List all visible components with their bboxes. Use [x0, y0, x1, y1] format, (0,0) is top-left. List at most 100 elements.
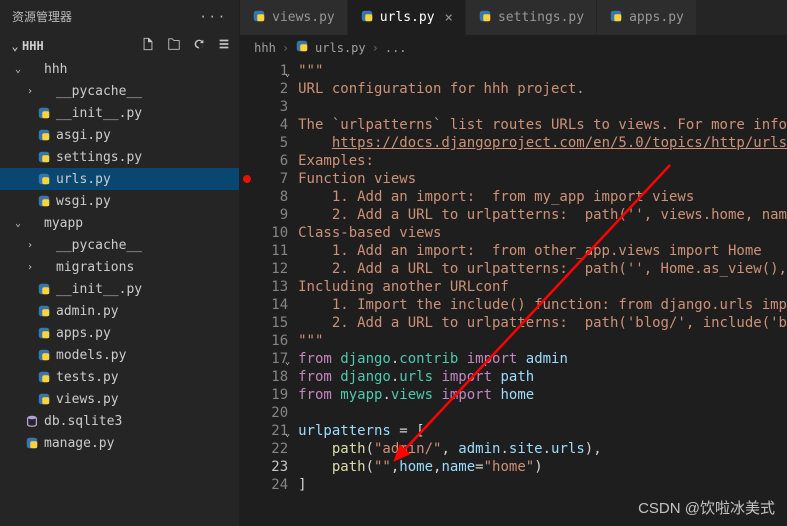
file-icon — [36, 304, 52, 318]
tree-item[interactable]: views.py — [0, 388, 239, 410]
tree-item[interactable]: ⌄hhh — [0, 58, 239, 80]
breakpoint-slot[interactable] — [240, 422, 254, 440]
breakpoint-slot[interactable] — [240, 98, 254, 116]
breakpoint-slot[interactable] — [240, 458, 254, 476]
new-file-icon[interactable] — [141, 37, 155, 51]
code-line[interactable]: """ — [298, 332, 787, 350]
tree-item[interactable]: admin.py — [0, 300, 239, 322]
breakpoint-slot[interactable] — [240, 476, 254, 494]
tree-item[interactable]: manage.py — [0, 432, 239, 454]
code-line[interactable]: path("admin/", admin.site.urls), — [298, 440, 787, 458]
line-number: 10 — [254, 224, 288, 242]
code-line[interactable]: 2. Add a URL to urlpatterns: path('', vi… — [298, 206, 787, 224]
chevron-icon: ⌄ — [12, 218, 24, 229]
code-line[interactable]: Including another URLconf — [298, 278, 787, 296]
breakpoint-slot[interactable] — [240, 170, 254, 188]
breakpoint-slot[interactable] — [240, 386, 254, 404]
breakpoint-slot[interactable] — [240, 152, 254, 170]
breakpoint-slot[interactable] — [240, 224, 254, 242]
tree-item[interactable]: ⌄myapp — [0, 212, 239, 234]
project-actions[interactable] — [137, 37, 231, 54]
code-editor[interactable]: 1⌄234567891011121314151617⌄18192021⌄2223… — [240, 60, 787, 526]
code-line[interactable]: """ — [298, 62, 787, 80]
breakpoint-slot[interactable] — [240, 260, 254, 278]
code-line[interactable]: Class-based views — [298, 224, 787, 242]
tree-item[interactable]: ›migrations — [0, 256, 239, 278]
code-line[interactable]: from django.urls import path — [298, 368, 787, 386]
breadcrumb-item[interactable]: ... — [385, 41, 407, 55]
collapse-icon[interactable] — [217, 37, 231, 51]
code-line[interactable]: Examples: — [298, 152, 787, 170]
line-number: 20 — [254, 404, 288, 422]
close-icon[interactable]: × — [445, 10, 453, 26]
code-line[interactable]: 1. Add an import: from other_app.views i… — [298, 242, 787, 260]
code-line[interactable]: URL configuration for hhh project. — [298, 80, 787, 98]
more-icon[interactable]: ··· — [199, 10, 227, 24]
code-line[interactable]: 2. Add a URL to urlpatterns: path('blog/… — [298, 314, 787, 332]
code-content[interactable]: """URL configuration for hhh project.The… — [298, 60, 787, 526]
tree-item[interactable]: asgi.py — [0, 124, 239, 146]
tree-item[interactable]: ›__pycache__ — [0, 80, 239, 102]
tree-item[interactable]: settings.py — [0, 146, 239, 168]
code-line[interactable]: urlpatterns = [ — [298, 422, 787, 440]
tree-item[interactable]: __init__.py — [0, 278, 239, 300]
breakpoint-dot[interactable] — [243, 175, 251, 183]
code-line[interactable]: 2. Add a URL to urlpatterns: path('', Ho… — [298, 260, 787, 278]
tree-item[interactable]: urls.py — [0, 168, 239, 190]
code-line[interactable]: from myapp.views import home — [298, 386, 787, 404]
breakpoint-slot[interactable] — [240, 368, 254, 386]
breakpoint-slot[interactable] — [240, 278, 254, 296]
tree-item[interactable]: __init__.py — [0, 102, 239, 124]
project-header[interactable]: ⌄ HHH — [0, 33, 239, 58]
breakpoint-slot[interactable] — [240, 314, 254, 332]
breakpoint-slot[interactable] — [240, 188, 254, 206]
code-line[interactable] — [298, 404, 787, 422]
tab-bar[interactable]: views.pyurls.py×settings.pyapps.py — [240, 0, 787, 35]
breakpoint-slot[interactable] — [240, 242, 254, 260]
tree-item[interactable]: apps.py — [0, 322, 239, 344]
tree-item-label: __pycache__ — [56, 84, 142, 99]
breakpoint-slot[interactable] — [240, 332, 254, 350]
editor-tab[interactable]: apps.py — [597, 0, 697, 35]
breadcrumb-item[interactable]: hhh — [254, 41, 276, 55]
breadcrumb-item[interactable]: urls.py — [315, 41, 366, 55]
tree-item-label: __pycache__ — [56, 238, 142, 253]
code-line[interactable]: Function views — [298, 170, 787, 188]
breakpoint-slot[interactable] — [240, 134, 254, 152]
new-folder-icon[interactable] — [167, 37, 181, 51]
tree-item[interactable]: tests.py — [0, 366, 239, 388]
refresh-icon[interactable] — [192, 37, 206, 51]
code-line[interactable] — [298, 98, 787, 116]
tree-item[interactable]: ›__pycache__ — [0, 234, 239, 256]
file-icon — [36, 194, 52, 208]
code-line[interactable]: from django.contrib import admin — [298, 350, 787, 368]
breadcrumb[interactable]: hhh›urls.py›... — [240, 35, 787, 60]
breakpoint-slot[interactable] — [240, 80, 254, 98]
code-line[interactable]: 1. Import the include() function: from d… — [298, 296, 787, 314]
code-line[interactable]: https://docs.djangoproject.com/en/5.0/to… — [298, 134, 787, 152]
tree-item[interactable]: wsgi.py — [0, 190, 239, 212]
code-line[interactable]: path("",home,name="home") — [298, 458, 787, 476]
code-line[interactable]: The `urlpatterns` list routes URLs to vi… — [298, 116, 787, 134]
editor-tab[interactable]: urls.py× — [348, 0, 466, 35]
breakpoint-slot[interactable] — [240, 296, 254, 314]
breakpoint-slot[interactable] — [240, 62, 254, 80]
breakpoint-slot[interactable] — [240, 206, 254, 224]
python-icon — [252, 9, 266, 27]
editor-tab[interactable]: settings.py — [466, 0, 597, 35]
line-number: 6 — [254, 152, 288, 170]
line-number: 9 — [254, 206, 288, 224]
chevron-down-icon: ⌄ — [8, 39, 22, 53]
breakpoint-slot[interactable] — [240, 116, 254, 134]
python-icon — [295, 39, 309, 56]
code-line[interactable]: 1. Add an import: from my_app import vie… — [298, 188, 787, 206]
breakpoint-slot[interactable] — [240, 440, 254, 458]
editor-tab[interactable]: views.py — [240, 0, 348, 35]
breakpoint-slot[interactable] — [240, 350, 254, 368]
tree-item[interactable]: db.sqlite3 — [0, 410, 239, 432]
breakpoint-slot[interactable] — [240, 404, 254, 422]
tree-item[interactable]: models.py — [0, 344, 239, 366]
code-line[interactable]: ] — [298, 476, 787, 494]
breakpoint-margin[interactable] — [240, 60, 254, 526]
file-tree[interactable]: ⌄hhh›__pycache____init__.pyasgi.pysettin… — [0, 58, 239, 526]
